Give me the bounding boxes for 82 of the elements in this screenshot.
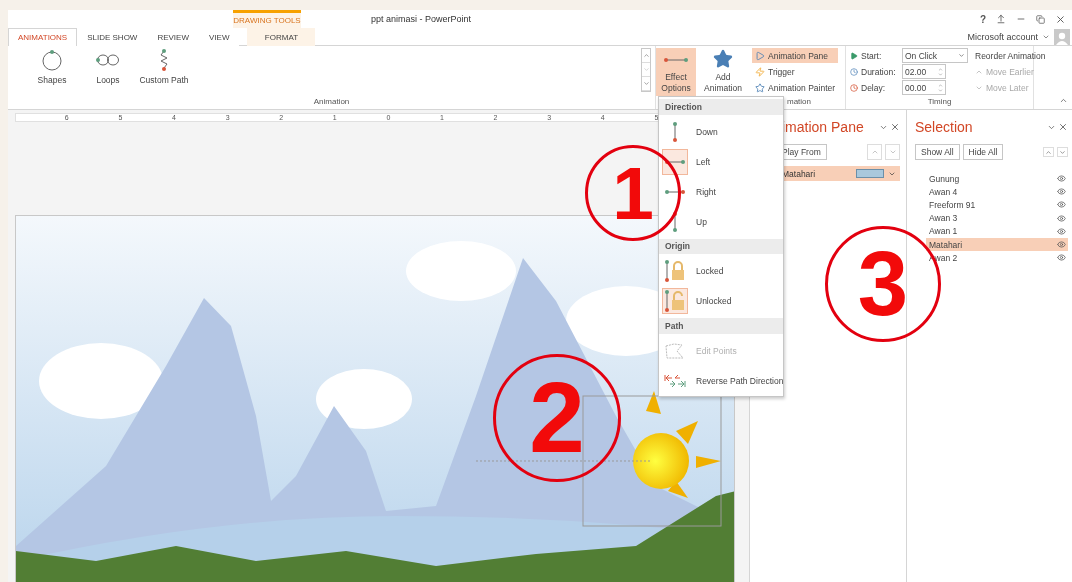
path-line-icon (664, 158, 686, 165)
reorder-title: Reorder Animation (974, 49, 1047, 63)
group-label: Animation (312, 97, 351, 108)
eye-icon[interactable] (1057, 187, 1066, 197)
close-icon[interactable] (1058, 122, 1068, 132)
lightning-icon (755, 66, 765, 77)
selection-list-item[interactable]: Awan 4 (926, 185, 1068, 199)
menu-section-header: Path (659, 318, 783, 335)
path-line-icon (663, 56, 689, 64)
zigzag-path-icon (159, 48, 169, 72)
animation-pane-icon (755, 50, 765, 61)
add-animation-button[interactable]: Add Animation (698, 48, 748, 96)
help-button[interactable]: ? (979, 13, 986, 25)
contextual-tab-group-label: DRAWING TOOLS (233, 10, 301, 28)
collapse-ribbon-icon[interactable] (1059, 96, 1068, 105)
eye-icon[interactable] (1057, 200, 1066, 210)
menu-section-header: Direction (659, 99, 783, 115)
selection-list-item[interactable]: Awan 3 (926, 211, 1068, 225)
close-icon[interactable] (890, 122, 900, 132)
star-icon (755, 82, 765, 93)
eye-icon[interactable] (1057, 253, 1066, 263)
send-backward-button[interactable] (1057, 147, 1068, 157)
selection-list-item[interactable]: Freeform 91 (926, 198, 1068, 212)
ribbon-button[interactable]: Animation Painter (752, 80, 839, 95)
eye-icon[interactable] (1057, 226, 1066, 236)
chevron-down-icon (888, 148, 897, 156)
duration-label: Duration: (861, 66, 896, 77)
close-icon[interactable] (1055, 13, 1066, 25)
path-line-icon (664, 188, 686, 195)
lock-icon (664, 289, 686, 314)
animation-gallery-item[interactable]: Loops (80, 48, 136, 85)
pane-button[interactable]: Hide All (962, 144, 1004, 160)
delay-field[interactable]: 00.00 (902, 80, 946, 95)
start-label: Start: (861, 50, 882, 61)
circle-path-icon (41, 49, 63, 71)
animation-gallery-item[interactable]: Custom Path (136, 48, 192, 85)
eye-icon[interactable] (1057, 213, 1066, 223)
menu-item[interactable]: Down (659, 116, 783, 147)
window-title: ppt animasi - PowerPoint (371, 13, 472, 26)
clock-icon (850, 83, 858, 92)
bring-forward-button[interactable] (1043, 147, 1054, 157)
timing-bar (856, 169, 884, 178)
chevron-up-icon (870, 148, 879, 156)
callout-number: 1 (585, 145, 681, 241)
restore-icon[interactable] (1036, 14, 1045, 24)
account-name[interactable]: Microsoft account (967, 31, 1038, 42)
menu-item[interactable]: Unlocked (659, 286, 783, 317)
group-label: mation (787, 97, 811, 106)
eye-icon[interactable] (1057, 174, 1066, 184)
loop-path-icon (96, 53, 120, 67)
eye-icon[interactable] (1057, 240, 1066, 250)
callout-number: 2 (493, 354, 621, 482)
selection-list-item[interactable]: Gunung (926, 172, 1068, 186)
play-icon (850, 51, 858, 60)
chevron-down-icon (1059, 148, 1066, 156)
lock-icon (664, 259, 686, 284)
star-icon (713, 49, 733, 69)
delay-label: Delay: (861, 82, 886, 93)
start-dropdown[interactable]: On Click (902, 48, 968, 63)
selection-list-item[interactable]: Matahari (926, 237, 1068, 252)
chevron-up-icon (1045, 148, 1052, 156)
ribbon-display-icon[interactable] (996, 14, 1006, 24)
menu-item[interactable]: Reverse Path Direction (659, 366, 783, 396)
chevron-up-icon (642, 52, 650, 59)
clock-icon (850, 67, 858, 76)
animation-gallery-item[interactable]: Shapes (24, 48, 80, 85)
path-line-icon (672, 120, 678, 143)
ribbon-button[interactable]: Animation Pane (752, 48, 839, 63)
menu-item[interactable]: Locked (659, 256, 783, 287)
edit-points-icon (664, 342, 686, 361)
group-label: Timing (926, 97, 953, 108)
caret-icon (958, 52, 965, 59)
selection-list-item[interactable]: Awan 1 (926, 224, 1068, 238)
ribbon-button[interactable]: Trigger (752, 64, 839, 79)
ribbon-tab[interactable]: FORMAT (247, 28, 316, 46)
pane-button[interactable]: Show All (915, 144, 960, 160)
effect-options-button[interactable]: Effect Options (656, 48, 696, 96)
duration-field[interactable]: 02.00 (902, 64, 946, 79)
menu-section-header: Origin (659, 238, 783, 255)
ribbon-tab[interactable]: ANIMATIONS (8, 28, 78, 46)
reverse-arrows-icon (663, 373, 687, 389)
pane-title: Selection (915, 119, 973, 135)
